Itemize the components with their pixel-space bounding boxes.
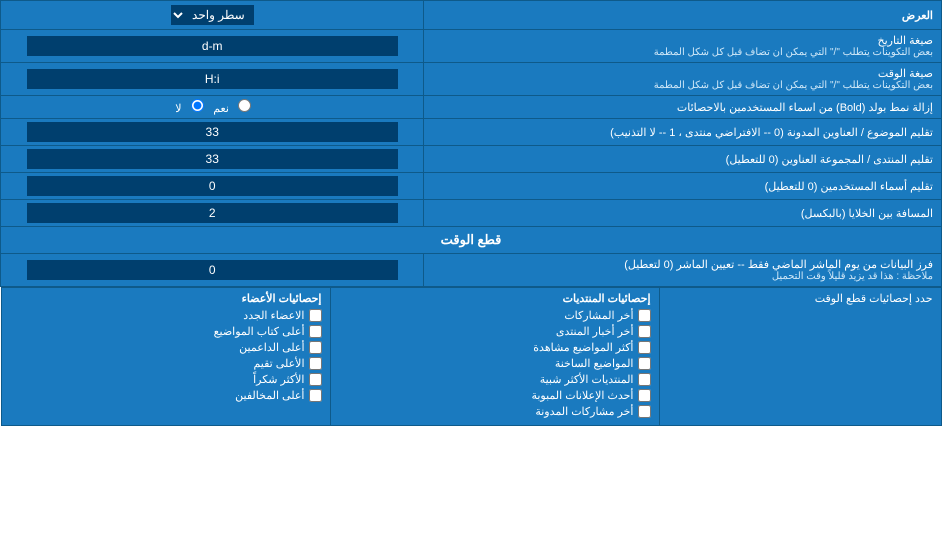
checkbox-item-ads: أحدث الإعلانات المبوبة <box>339 389 651 402</box>
checkbox-item-top-rated: الأعلى تقيم <box>10 357 322 370</box>
usernames-input[interactable] <box>27 176 398 196</box>
label-top-supporters: أعلى الداعمين <box>239 341 304 354</box>
label-most-viewed: أكثر المواضيع مشاهدة <box>533 341 633 354</box>
forum-titles-input[interactable] <box>27 149 398 169</box>
time-format-label: صيغة الوقت بعض التكوينات يتطلب "/" التي … <box>424 63 942 96</box>
label-top-violators: أعلى المخالفين <box>235 389 304 402</box>
checkbox-most-viewed[interactable] <box>638 341 651 354</box>
label-hot-topics: المواضيع الساخنة <box>555 357 634 370</box>
cutoff-days-label: فرز البيانات من يوم الماشر الماضي فقط --… <box>424 254 942 287</box>
checkbox-item-top-writers: أعلى كتاب المواضيع <box>10 325 322 338</box>
checkbox-item-shares: أخر المشاركات <box>339 309 651 322</box>
checkbox-item-forum-news: أخر أخبار المنتدى <box>339 325 651 338</box>
label-most-thanked: الأكثر شكراً <box>253 373 304 386</box>
forum-stats-col: إحصائيات المنتديات أخر المشاركات أخر أخب… <box>330 288 659 426</box>
topic-titles-input[interactable] <box>27 122 398 142</box>
date-format-input-cell[interactable] <box>1 30 424 63</box>
checkbox-item-top-supporters: أعلى الداعمين <box>10 341 322 354</box>
member-stats-header: إحصائيات الأعضاء <box>10 292 322 305</box>
checkbox-new-members[interactable] <box>309 309 322 322</box>
bottom-section-label: حدد إحصائيات قطع الوقت <box>815 293 933 305</box>
checkbox-most-thanked[interactable] <box>309 373 322 386</box>
space-between-row: المسافة بين الخلايا (بالبكسل) <box>1 200 942 227</box>
checkbox-item-hot-topics: المواضيع الساخنة <box>339 357 651 370</box>
cutoff-section-header: قطع الوقت <box>1 227 942 254</box>
cutoff-days-input-cell[interactable] <box>1 254 424 287</box>
label-top-rated: الأعلى تقيم <box>253 357 304 370</box>
time-format-input-cell[interactable] <box>1 63 424 96</box>
bold-no-radio[interactable] <box>191 99 204 112</box>
bold-yes-radio[interactable] <box>238 99 251 112</box>
topic-titles-label: تقليم الموضوع / العناوين المدونة (0 -- ا… <box>424 119 942 146</box>
checkbox-blog-shares[interactable] <box>638 405 651 418</box>
forum-stats-header: إحصائيات المنتديات <box>339 292 651 305</box>
usernames-row: تقليم أسماء المستخدمين (0 للتعطيل) <box>1 173 942 200</box>
space-between-input[interactable] <box>27 203 398 223</box>
bold-yes-label: نعم <box>213 103 229 115</box>
display-dropdown-cell[interactable]: سطر واحد <box>1 1 424 30</box>
space-between-input-cell[interactable] <box>1 200 424 227</box>
bold-no-label: لا <box>175 103 181 115</box>
bottom-checkboxes-row: حدد إحصائيات قطع الوقت إحصائيات المنتديا… <box>1 287 942 427</box>
space-between-label: المسافة بين الخلايا (بالبكسل) <box>424 200 942 227</box>
usernames-label: تقليم أسماء المستخدمين (0 للتعطيل) <box>424 173 942 200</box>
topic-titles-row: تقليم الموضوع / العناوين المدونة (0 -- ا… <box>1 119 942 146</box>
bold-remove-radio-cell[interactable]: نعم لا <box>1 96 424 119</box>
forum-titles-row: تقليم المنتدى / المجموعة العناوين (0 للت… <box>1 146 942 173</box>
bottom-checkboxes-inner-row: حدد إحصائيات قطع الوقت إحصائيات المنتديا… <box>1 288 941 426</box>
label-forum-news: أخر أخبار المنتدى <box>556 325 634 338</box>
display-dropdown[interactable]: سطر واحد <box>171 5 254 25</box>
date-format-input[interactable] <box>27 36 398 56</box>
checkbox-top-supporters[interactable] <box>309 341 322 354</box>
checkbox-item-new-members: الاعضاء الجدد <box>10 309 322 322</box>
label-shares: أخر المشاركات <box>564 309 633 322</box>
bottom-section-label-cell: حدد إحصائيات قطع الوقت <box>659 288 941 426</box>
cutoff-days-row: فرز البيانات من يوم الماشر الماضي فقط --… <box>1 254 942 287</box>
forum-titles-label: تقليم المنتدى / المجموعة العناوين (0 للت… <box>424 146 942 173</box>
cutoff-section-header-row: قطع الوقت <box>1 227 942 254</box>
checkbox-forum-news[interactable] <box>638 325 651 338</box>
topic-titles-input-cell[interactable] <box>1 119 424 146</box>
bold-remove-label: إزالة نمط بولد (Bold) من اسماء المستخدمي… <box>424 96 942 119</box>
label-ads: أحدث الإعلانات المبوبة <box>531 389 633 402</box>
forum-titles-input-cell[interactable] <box>1 146 424 173</box>
label-similar-forums: المنتديات الأكثر شبية <box>540 373 634 386</box>
checkbox-ads[interactable] <box>638 389 651 402</box>
member-stats-col: إحصائيات الأعضاء الاعضاء الجدد أعلى كتاب… <box>1 288 330 426</box>
checkbox-item-most-viewed: أكثر المواضيع مشاهدة <box>339 341 651 354</box>
checkbox-item-similar-forums: المنتديات الأكثر شبية <box>339 373 651 386</box>
checkbox-hot-topics[interactable] <box>638 357 651 370</box>
top-header-row: العرض سطر واحد <box>1 1 942 30</box>
label-blog-shares: أخر مشاركات المدونة <box>535 405 633 418</box>
date-format-row: صيغة التاريخ بعض التكوينات يتطلب "/" الت… <box>1 30 942 63</box>
label-top-writers: أعلى كتاب المواضيع <box>214 325 305 338</box>
checkbox-similar-forums[interactable] <box>638 373 651 386</box>
time-format-row: صيغة الوقت بعض التكوينات يتطلب "/" التي … <box>1 63 942 96</box>
checkbox-top-rated[interactable] <box>309 357 322 370</box>
bold-remove-row: إزالة نمط بولد (Bold) من اسماء المستخدمي… <box>1 96 942 119</box>
checkbox-item-blog-shares: أخر مشاركات المدونة <box>339 405 651 418</box>
checkbox-top-violators[interactable] <box>309 389 322 402</box>
time-format-input[interactable] <box>27 69 398 89</box>
checkbox-top-writers[interactable] <box>309 325 322 338</box>
usernames-input-cell[interactable] <box>1 173 424 200</box>
date-format-label: صيغة التاريخ بعض التكوينات يتطلب "/" الت… <box>424 30 942 63</box>
checkbox-shares[interactable] <box>638 309 651 322</box>
label-new-members: الاعضاء الجدد <box>243 309 304 322</box>
checkbox-item-most-thanked: الأكثر شكراً <box>10 373 322 386</box>
checkbox-item-top-violators: أعلى المخالفين <box>10 389 322 402</box>
display-label: العرض <box>424 1 942 30</box>
cutoff-days-input[interactable] <box>27 260 398 280</box>
